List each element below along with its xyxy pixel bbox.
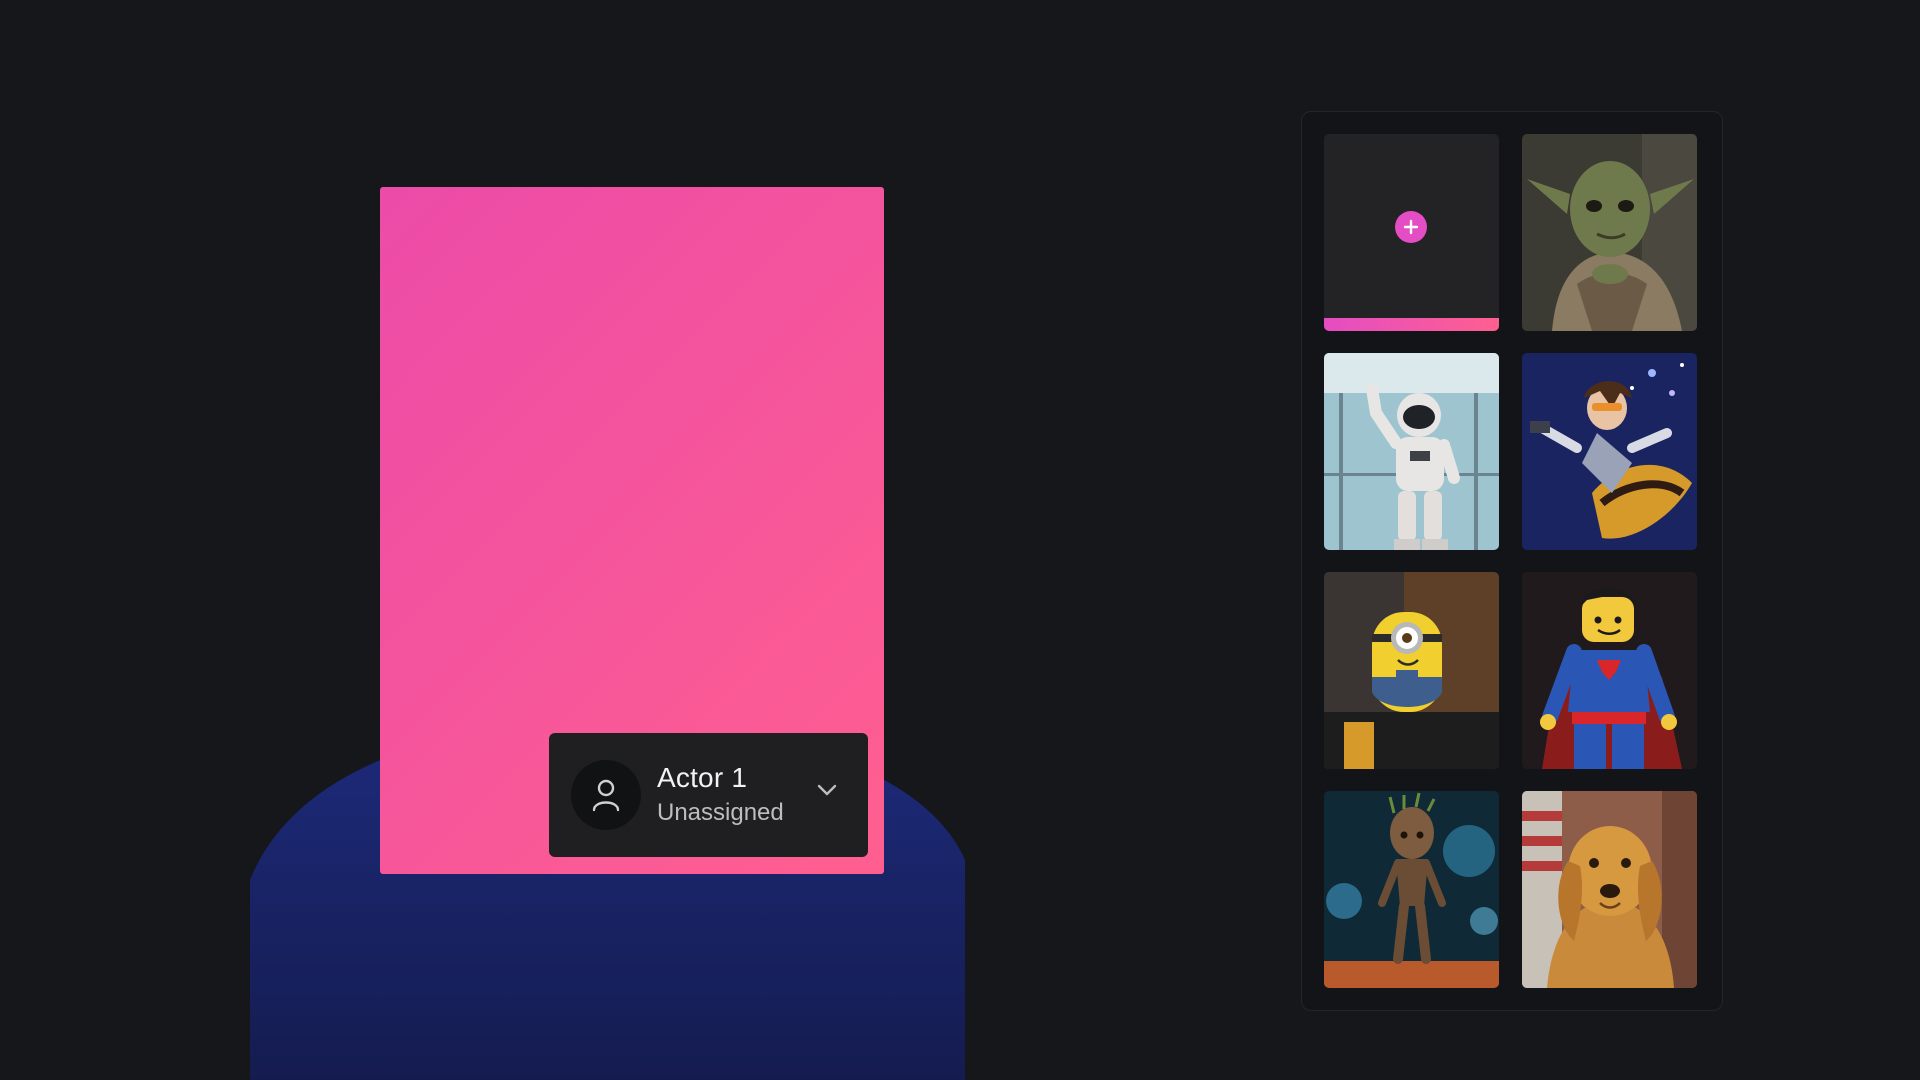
superman-image: [1522, 572, 1697, 769]
gallery-tile-minion[interactable]: [1324, 572, 1499, 769]
gallery-tile-robot[interactable]: [1324, 353, 1499, 550]
actor-selector[interactable]: Actor 1 Unassigned: [549, 733, 868, 857]
actor-name: Actor 1: [657, 762, 748, 793]
user-icon: [592, 779, 620, 812]
groot-image: [1324, 791, 1499, 988]
chevron-down-icon[interactable]: [816, 783, 838, 797]
image-gallery-panel: [1301, 111, 1723, 1011]
gallery-tile-yoda[interactable]: [1522, 134, 1697, 331]
actor-status: Unassigned: [657, 799, 784, 826]
minion-image: [1324, 572, 1499, 769]
yoda-image: [1522, 134, 1697, 331]
actor-avatar: [571, 760, 641, 830]
plus-icon: [1403, 219, 1419, 235]
add-tile-accent-bar: [1324, 318, 1499, 331]
add-image-button[interactable]: [1395, 211, 1427, 243]
gallery-tile-dog[interactable]: [1522, 791, 1697, 988]
stage: Actor 1 Unassigned: [0, 0, 1920, 1080]
tracer-image: [1522, 353, 1697, 550]
gallery-tile-superman[interactable]: [1522, 572, 1697, 769]
robot-image: [1324, 353, 1499, 550]
gallery-tile-groot[interactable]: [1324, 791, 1499, 988]
dog-image: [1522, 791, 1697, 988]
add-image-tile[interactable]: [1324, 134, 1499, 331]
portrait-image: [250, 224, 965, 1080]
gallery-tile-tracer[interactable]: [1522, 353, 1697, 550]
